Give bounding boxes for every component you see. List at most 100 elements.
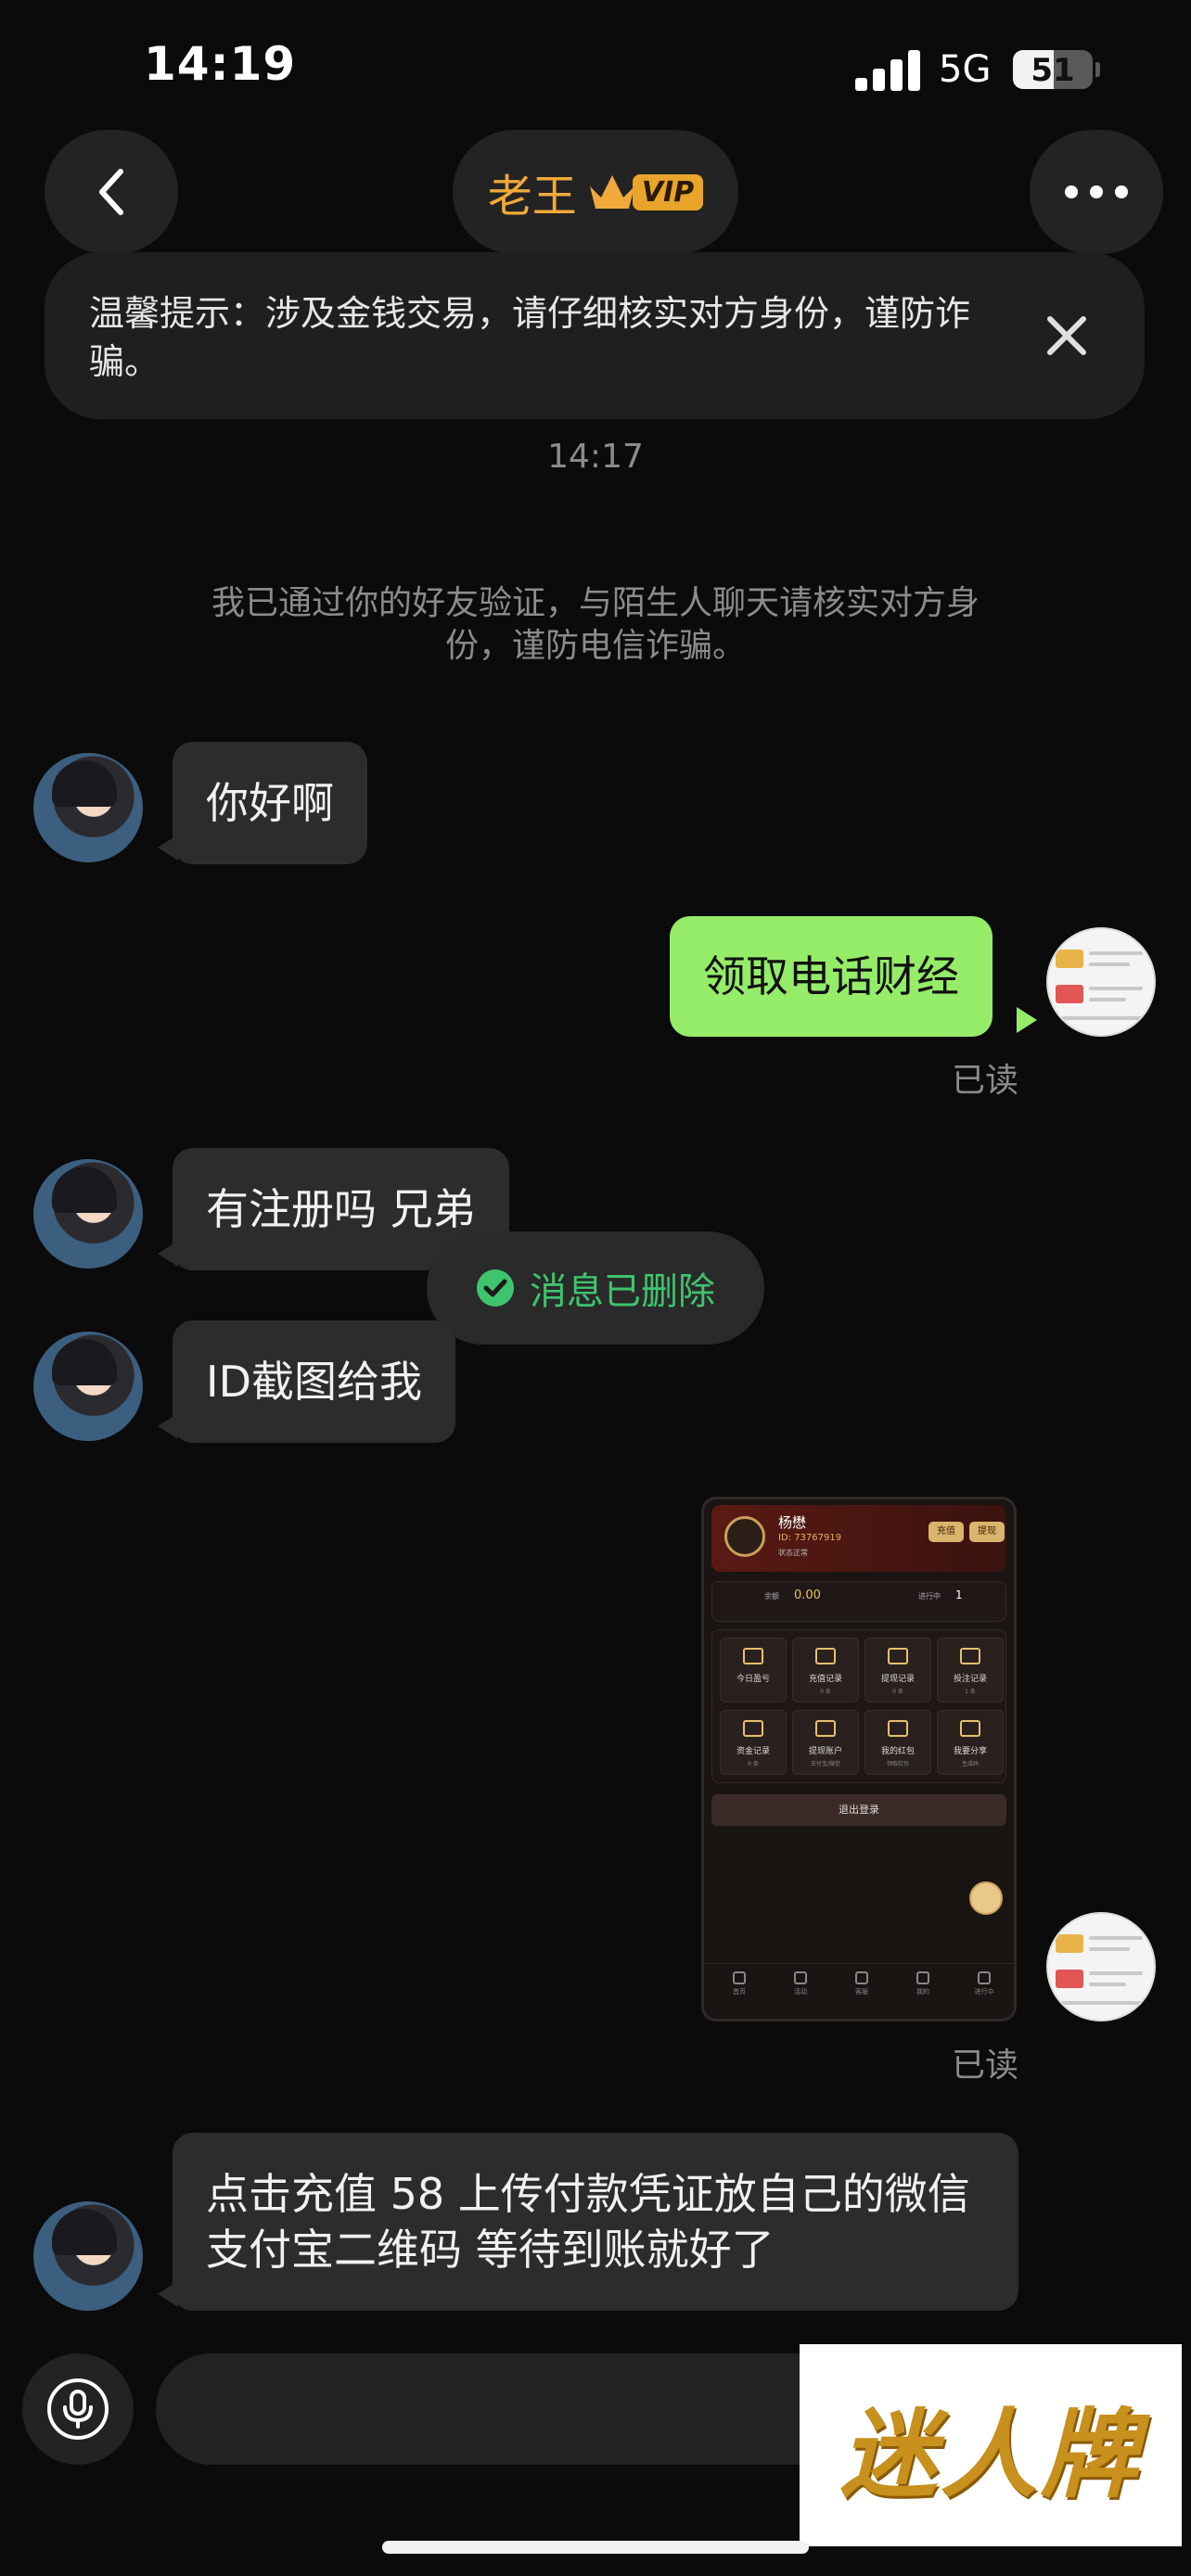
read-receipt: 已读 [952, 2047, 1019, 2085]
logout-button: 退出登录 [711, 1794, 1006, 1826]
contact-title[interactable]: 老王 VIP [453, 130, 738, 254]
signal-strength-icon [855, 48, 920, 91]
grid-cell-icon [960, 1720, 980, 1737]
battery-tip [1095, 62, 1100, 77]
crown-icon [589, 175, 634, 209]
grid-cell: 提现账户支付宝/微信 [792, 1710, 859, 1775]
contact-avatar[interactable] [33, 1332, 143, 1441]
grid-cell-sub: 生成码 [961, 1761, 979, 1767]
grid-cell-sub: 1 条 [965, 1689, 976, 1695]
grid-cell-label: 今日盈亏 [736, 1675, 770, 1684]
tab-bar: 首页 活动 客服 我的 进行中 [704, 1963, 1014, 2009]
ongoing-value: 1 [955, 1588, 963, 1601]
more-button[interactable] [1030, 130, 1163, 254]
grid-cell: 我要分享 生成码 [937, 1710, 1004, 1775]
grid-cell-label: 提现账户 [808, 1747, 842, 1756]
watermark-logo: 迷人牌 [800, 2344, 1182, 2546]
image-message[interactable]: 杨懋 ID: 73767919 状态正常 充值 提现 余额 0.00 进行中 1… [701, 1497, 1017, 2021]
grid-cell-label: 提现记录 [880, 1675, 915, 1684]
grid-cell: 今日盈亏 [720, 1638, 787, 1702]
message-bubble-incoming[interactable]: 点击充值 58 上传付款凭证放自己的微信支付宝二维码 等待到账就好了 [173, 2133, 1018, 2311]
battery-icon: 51 [1013, 50, 1093, 89]
logo-text: 迷人牌 [839, 2396, 1141, 2511]
grid-cell-icon [743, 1720, 763, 1737]
tab-item: 客服 [834, 1971, 890, 1996]
grid-cell-label: 充值记录 [808, 1675, 842, 1684]
function-grid: 今日盈亏 充值记录 0 条提现记录 0 条投注记录 1 条资金记录 0 条提现账户 支付宝/… [711, 1629, 1006, 1783]
deleted-toast: 消息已删除 [427, 1231, 764, 1345]
contact-avatar[interactable] [33, 753, 143, 862]
ongoing-label: 进行中 [918, 1592, 941, 1600]
message-bubble-incoming[interactable]: ID截图给我 [173, 1320, 455, 1443]
status-time: 14:19 [144, 37, 297, 91]
grid-cell: 充值记录 0 条 [792, 1638, 859, 1702]
grid-cell: 我的红包 领取红包 [864, 1710, 931, 1775]
grid-cell-label: 投注记录 [953, 1675, 987, 1684]
check-circle-icon [477, 1269, 514, 1307]
recharge-button: 充值 [928, 1522, 964, 1542]
tab-icon [794, 1971, 807, 1984]
grid-cell-sub: 0 条 [748, 1761, 759, 1767]
grid-cell-sub: 0 条 [892, 1689, 903, 1695]
tab-icon [978, 1971, 991, 1984]
profile-avatar [724, 1516, 765, 1557]
grid-cell-icon [960, 1648, 980, 1664]
grid-cell-icon [888, 1720, 908, 1737]
grid-cell-label: 我要分享 [953, 1747, 987, 1756]
contact-avatar[interactable] [33, 2201, 143, 2311]
contact-avatar[interactable] [33, 1159, 143, 1269]
profile-id: ID: 73767919 [778, 1533, 842, 1543]
grid-cell: 资金记录 0 条 [720, 1710, 787, 1775]
toast-text: 消息已删除 [530, 1270, 715, 1313]
message-bubble-outgoing[interactable]: 领取电话财经 [670, 916, 992, 1037]
balance-row: 余额 0.00 进行中 1 [711, 1581, 1006, 1622]
grid-cell-sub: 领取红包 [886, 1761, 909, 1767]
tab-icon [855, 1971, 868, 1984]
chat-timestamp: 14:17 [547, 438, 644, 476]
chevron-left-icon [99, 169, 123, 215]
microphone-icon [47, 2378, 109, 2440]
tab-label: 活动 [794, 1988, 807, 1996]
voice-input-button[interactable] [22, 2353, 134, 2465]
tab-label: 进行中 [974, 1988, 994, 1996]
tab-item: 进行中 [956, 1971, 1012, 1996]
grid-cell-label: 资金记录 [736, 1747, 770, 1756]
network-type: 5G [939, 48, 992, 91]
contact-name: 老王 [487, 171, 577, 223]
self-avatar[interactable] [1046, 1912, 1156, 2021]
profile-name: 杨懋 [778, 1514, 807, 1531]
tab-item: 活动 [773, 1971, 828, 1996]
balance-value: 0.00 [794, 1588, 821, 1602]
grid-cell-sub: 支付宝/微信 [810, 1761, 841, 1767]
close-icon [1047, 316, 1086, 355]
tab-icon [733, 1971, 746, 1984]
system-message: 我已通过你的好友验证，与陌生人聊天请核实对方身份，谨防电信诈骗。 [211, 584, 980, 665]
grid-cell-sub: 0 条 [820, 1689, 831, 1695]
tab-label: 客服 [855, 1988, 868, 1996]
grid-cell-icon [888, 1648, 908, 1664]
grid-cell-icon [815, 1648, 836, 1664]
profile-status: 状态正常 [778, 1549, 808, 1557]
safety-banner-text: 温馨提示：涉及金钱交易，请仔细核实对方身份，谨防诈骗。 [89, 293, 971, 382]
message-bubble-incoming[interactable]: 你好啊 [173, 742, 367, 864]
battery-percent: 51 [1031, 52, 1075, 89]
withdraw-button: 提现 [969, 1522, 1005, 1542]
balance-label: 余额 [764, 1592, 779, 1600]
floating-avatar [969, 1881, 1003, 1915]
profile-header: 杨懋 ID: 73767919 状态正常 充值 提现 [711, 1505, 1006, 1572]
grid-cell-label: 我的红包 [880, 1747, 915, 1756]
home-indicator[interactable] [382, 2541, 809, 2554]
grid-cell-icon [743, 1648, 763, 1664]
banner-close-button[interactable] [1037, 306, 1096, 365]
tab-item: 我的 [895, 1971, 951, 1996]
grid-cell-icon [815, 1720, 836, 1737]
tab-label: 首页 [733, 1988, 746, 1996]
tab-icon [916, 1971, 929, 1984]
self-avatar[interactable] [1046, 927, 1156, 1037]
vip-badge: VIP [586, 172, 704, 212]
vip-label: VIP [632, 173, 704, 210]
grid-cell: 投注记录 1 条 [937, 1638, 1004, 1702]
tab-label: 我的 [916, 1988, 929, 1996]
back-button[interactable] [45, 130, 178, 254]
tab-item: 首页 [711, 1971, 767, 1996]
